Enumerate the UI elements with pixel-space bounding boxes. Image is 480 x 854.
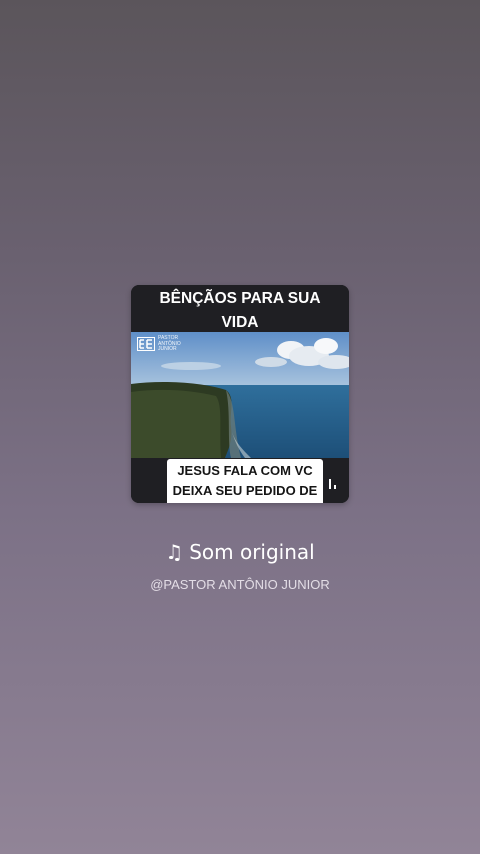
audio-bars-icon <box>329 479 336 489</box>
sound-title-text: Som original <box>189 540 315 564</box>
logo-line-3: JUNIOR <box>158 346 177 352</box>
caption-line-1: JESUS FALA COM VC <box>177 463 313 478</box>
sound-author[interactable]: @PASTOR ANTÔNIO JUNIOR <box>0 576 480 594</box>
cover-title-line-1: BÊNÇÃOS PARA SUA <box>159 290 321 307</box>
logo-text: PASTOR ANTÔNIO JUNIOR <box>158 335 181 353</box>
sound-title[interactable]: ♫ Som original <box>0 538 480 566</box>
music-note-icon: ♫ <box>165 540 184 564</box>
caption-line-2: DEIXA SEU PEDIDO DE <box>172 483 318 498</box>
cover-caption: JESUS FALA COM VC DEIXA SEU PEDIDO DE <box>167 459 323 503</box>
logo-mark-icon <box>137 337 155 352</box>
album-cover[interactable]: BÊNÇÃOS PARA SUA VIDA PASTOR ANTÔNIO JUN… <box>131 285 349 503</box>
cover-title: BÊNÇÃOS PARA SUA VIDA <box>131 285 349 332</box>
pastor-logo: PASTOR ANTÔNIO JUNIOR <box>137 335 181 353</box>
